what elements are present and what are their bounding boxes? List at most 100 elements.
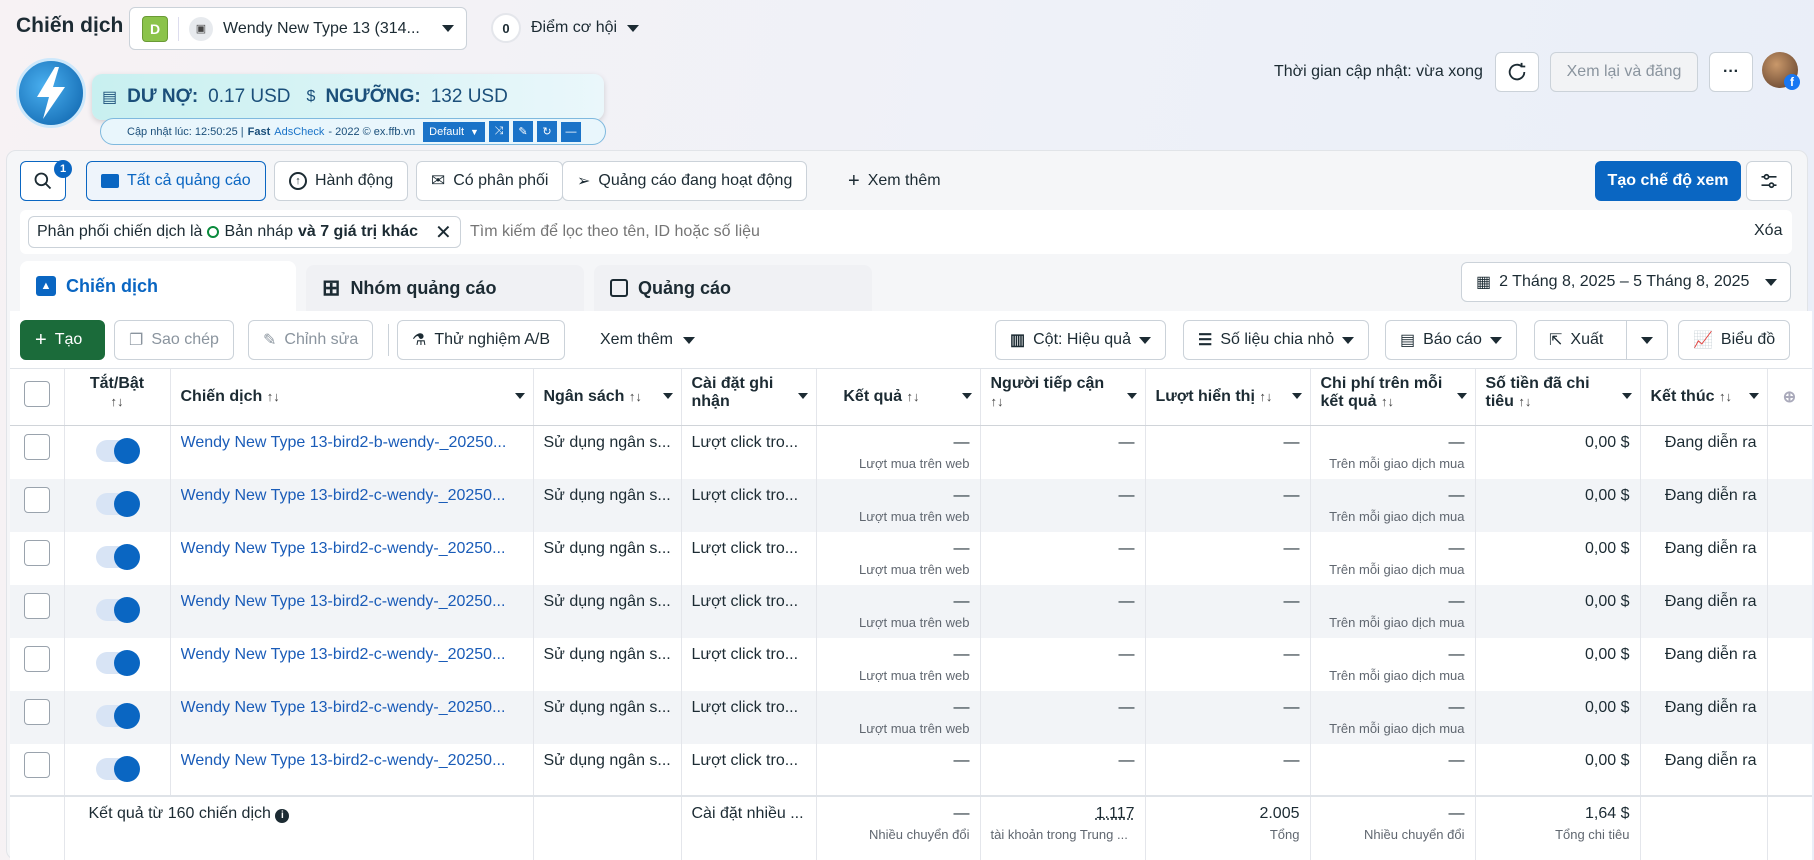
export-button[interactable]: ⇱ Xuất xyxy=(1534,320,1668,360)
toolbar-more[interactable]: Xem thêm xyxy=(600,331,695,349)
budget-cell: Sử dụng ngân s... xyxy=(543,539,671,557)
filter-chip[interactable]: Phân phối chiến dịch là Bản nháp và 7 gi… xyxy=(28,216,461,248)
campaign-toggle[interactable] xyxy=(96,596,140,623)
more-options-button[interactable]: ··· xyxy=(1709,52,1753,92)
clear-filters-link[interactable]: Xóa xyxy=(1754,222,1782,240)
header-reach[interactable]: Người tiếp cận ↑↓ xyxy=(980,369,1146,426)
campaign-name-link[interactable]: Wendy New Type 13-bird2-c-wendy-_20250..… xyxy=(181,540,523,558)
campaign-name-link[interactable]: Wendy New Type 13-bird2-c-wendy-_20250..… xyxy=(181,699,523,717)
campaign-name-link[interactable]: Wendy New Type 13-bird2-c-wendy-_20250..… xyxy=(181,487,523,505)
sliders-icon xyxy=(1761,173,1777,189)
opportunity-score[interactable]: 0 Điểm cơ hội xyxy=(491,13,640,43)
create-button[interactable]: + Tạo xyxy=(20,320,105,360)
header-campaign[interactable]: Chiến dịch ↑↓ xyxy=(170,369,534,426)
tab-ads[interactable]: Quảng cáo xyxy=(594,265,872,311)
row-checkbox[interactable] xyxy=(23,486,50,513)
table-row[interactable]: Wendy New Type 13-bird2-c-wendy-_20250..… xyxy=(10,584,1812,638)
impressions-cell: — xyxy=(1283,486,1300,504)
header-toggle[interactable]: Tắt/Bật ↑↓ xyxy=(64,369,171,426)
filter-active-ads[interactable]: ➢ Quảng cáo đang hoạt động xyxy=(562,161,808,201)
spent-cell: 0,00 $ xyxy=(1585,698,1630,716)
sync-icon[interactable]: ↻ xyxy=(536,121,557,142)
campaign-toggle[interactable] xyxy=(96,543,140,570)
result-cell: — xyxy=(953,486,970,504)
filter-delivery[interactable]: ✉ Có phân phối xyxy=(416,161,564,201)
result-cell: — xyxy=(953,698,970,716)
refresh-button[interactable] xyxy=(1495,52,1539,92)
adscheck-toolbar: Cập nhật lúc: 12:50:25 | Fast AdsCheck -… xyxy=(100,118,606,145)
filter-search-input[interactable] xyxy=(470,216,1720,248)
breakdown-button[interactable]: ☰ Số liệu chia nhỏ xyxy=(1183,320,1370,360)
campaign-toggle[interactable] xyxy=(96,490,140,517)
shuffle-icon[interactable]: ⤨ xyxy=(488,121,509,142)
view-settings-button[interactable] xyxy=(1746,161,1792,201)
table-row[interactable]: Wendy New Type 13-bird2-c-wendy-_20250..… xyxy=(10,743,1812,796)
report-button[interactable]: ▤ Báo cáo xyxy=(1385,320,1517,360)
select-all-checkbox[interactable] xyxy=(23,381,50,408)
account-selector[interactable]: D ▣ Wendy New Type 13 (314... xyxy=(129,7,467,50)
header-select-all[interactable] xyxy=(10,369,65,426)
ab-test-button[interactable]: ⚗ Thử nghiệm A/B xyxy=(397,320,565,360)
campaign-name-link[interactable]: Wendy New Type 13-bird2-c-wendy-_20250..… xyxy=(181,593,523,611)
row-checkbox[interactable] xyxy=(23,592,50,619)
summary-reach[interactable]: 1.117 xyxy=(991,805,1135,823)
campaign-toggle[interactable] xyxy=(96,702,140,729)
chevron-down-icon xyxy=(682,336,695,344)
edit-icon[interactable]: ✎ xyxy=(512,121,533,142)
campaign-name-link[interactable]: Wendy New Type 13-bird2-c-wendy-_20250..… xyxy=(181,646,523,664)
table-row[interactable]: Wendy New Type 13-bird2-c-wendy-_20250..… xyxy=(10,478,1812,532)
cpr-cell: — xyxy=(1448,486,1465,504)
header-amount-spent[interactable]: Số tiền đã chi tiêu ↑↓ xyxy=(1475,369,1641,426)
header-add-column[interactable]: ⊕ xyxy=(1767,369,1812,426)
edit-button[interactable]: ✎ Chỉnh sửa xyxy=(248,320,374,360)
table-row[interactable]: Wendy New Type 13-bird2-c-wendy-_20250..… xyxy=(10,637,1812,691)
create-view-button[interactable]: Tạo chế độ xem xyxy=(1595,161,1741,201)
filter-all-ads[interactable]: Tất cả quảng cáo xyxy=(86,161,266,201)
close-icon[interactable]: ✕ xyxy=(435,220,452,245)
status-circle-icon xyxy=(207,226,220,238)
row-checkbox[interactable] xyxy=(23,751,50,778)
minimize-icon[interactable]: — xyxy=(560,121,581,142)
chart-icon: 📈 xyxy=(1693,332,1713,349)
facebook-icon: f xyxy=(1784,74,1800,90)
chevron-down-icon[interactable] xyxy=(1641,337,1653,344)
campaign-toggle[interactable] xyxy=(96,755,140,782)
filter-action[interactable]: ↑ Hành động xyxy=(274,161,409,201)
tab-ad-sets[interactable]: ⊞ Nhóm quảng cáo xyxy=(306,265,584,311)
cpr-sub: Trên mỗi giao dịch mua xyxy=(1329,508,1465,524)
info-icon[interactable]: i xyxy=(275,808,290,823)
table-row[interactable]: Wendy New Type 13-bird2-c-wendy-_20250..… xyxy=(10,690,1812,744)
opportunity-count: 0 xyxy=(491,13,521,43)
filter-more[interactable]: + Xem thêm xyxy=(848,171,941,191)
adscheck-mode-select[interactable]: Default ▼ xyxy=(423,121,485,142)
header-results[interactable]: Kết quả ↑↓ xyxy=(816,369,981,426)
header-cost-per-result[interactable]: Chi phí trên mỗi kết quả ↑↓ xyxy=(1310,369,1476,426)
header-end[interactable]: Kết thúc ↑↓ xyxy=(1640,369,1768,426)
campaign-name-link[interactable]: Wendy New Type 13-bird2-b-wendy-_20250..… xyxy=(181,434,523,452)
tab-campaigns[interactable]: ▲ Chiến dịch xyxy=(20,261,296,311)
cpr-sub: Trên mỗi giao dịch mua xyxy=(1329,614,1465,630)
calendar-icon: ▦ xyxy=(1476,274,1492,291)
campaign-toggle[interactable] xyxy=(96,437,140,464)
table-row[interactable]: Wendy New Type 13-bird2-b-wendy-_20250..… xyxy=(10,425,1812,479)
campaign-icon: ▲ xyxy=(36,276,56,296)
chart-button[interactable]: 📈 Biểu đồ xyxy=(1678,320,1791,360)
row-checkbox[interactable] xyxy=(23,539,50,566)
campaign-name-link[interactable]: Wendy New Type 13-bird2-c-wendy-_20250..… xyxy=(181,752,523,770)
columns-button[interactable]: ▥ Cột: Hiệu quả xyxy=(995,320,1166,360)
copy-button[interactable]: ❐ Sao chép xyxy=(114,320,234,360)
table-row[interactable]: Wendy New Type 13-bird2-c-wendy-_20250..… xyxy=(10,531,1812,585)
breakdown-icon: ☰ xyxy=(1198,332,1213,349)
date-range-picker[interactable]: ▦ 2 Tháng 8, 2025 – 5 Tháng 8, 2025 xyxy=(1461,262,1791,302)
header-impressions[interactable]: Lượt hiển thị ↑↓ xyxy=(1145,369,1311,426)
row-checkbox[interactable] xyxy=(23,645,50,672)
header-budget[interactable]: Ngân sách ↑↓ xyxy=(533,369,682,426)
review-publish-button[interactable]: Xem lại và đăng xyxy=(1550,52,1698,92)
header-attribution[interactable]: Cài đặt ghi nhận xyxy=(681,369,817,426)
row-checkbox[interactable] xyxy=(23,698,50,725)
result-sub: Lượt mua trên web xyxy=(859,667,970,683)
budget-cell: Sử dụng ngân s... xyxy=(543,486,671,504)
campaign-toggle[interactable] xyxy=(96,649,140,676)
summary-label: Kết quả từ 160 chiến dịch xyxy=(88,804,271,822)
row-checkbox[interactable] xyxy=(23,433,50,460)
